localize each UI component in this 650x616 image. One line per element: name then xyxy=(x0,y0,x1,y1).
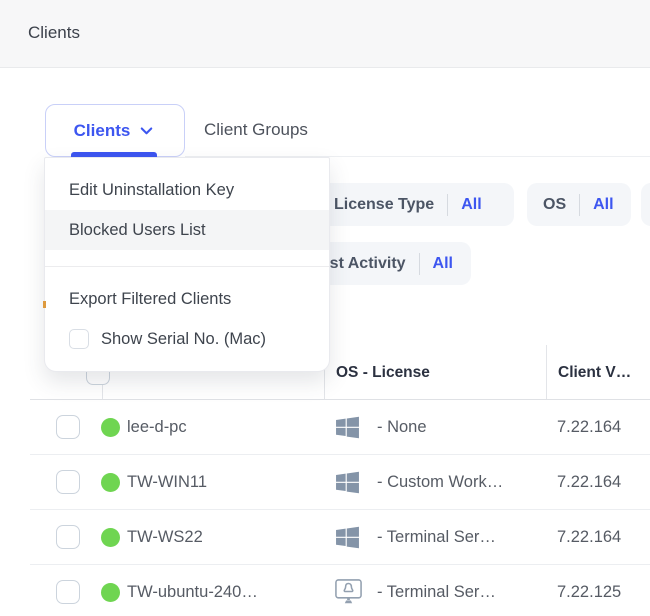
linux-monitor-icon xyxy=(334,578,363,611)
menu-divider xyxy=(45,266,329,267)
row-checkbox[interactable] xyxy=(56,580,80,604)
client-version: 7.22.125 xyxy=(557,565,621,616)
tab-clients-label: Clients xyxy=(74,121,131,141)
header-os-license-column[interactable]: OS - License xyxy=(325,345,547,400)
menu-item-export-filtered-clients[interactable]: Export Filtered Clients xyxy=(45,279,329,319)
client-version: 7.22.164 xyxy=(557,510,621,565)
client-version: 7.22.164 xyxy=(557,400,621,455)
filter-label: License Type xyxy=(334,196,434,214)
table-row[interactable]: TW-WS22 - Terminal Ser… 7.22.164 xyxy=(0,510,650,565)
client-name[interactable]: TW-ubuntu-240… xyxy=(127,565,258,616)
tab-clients[interactable]: Clients xyxy=(45,104,185,157)
client-name[interactable]: TW-WS22 xyxy=(127,510,203,565)
top-bar: Clients xyxy=(0,0,650,68)
chip-divider xyxy=(447,194,448,216)
license-text: - None xyxy=(377,400,427,455)
license-text: - Terminal Ser… xyxy=(377,510,496,565)
license-text: - Terminal Ser… xyxy=(377,565,496,616)
clients-dropdown-menu: Edit Uninstallation Key Blocked Users Li… xyxy=(44,157,330,372)
client-version: 7.22.164 xyxy=(557,455,621,510)
online-status-dot xyxy=(101,473,120,492)
windows-icon xyxy=(334,470,361,500)
license-text: - Custom Work… xyxy=(377,455,503,510)
online-status-dot xyxy=(101,528,120,547)
client-name[interactable]: lee-d-pc xyxy=(127,400,187,455)
filter-chip-os[interactable]: OS All xyxy=(527,183,631,226)
online-status-dot xyxy=(101,418,120,437)
chevron-down-icon xyxy=(137,121,156,140)
client-name[interactable]: TW-WIN11 xyxy=(127,455,207,510)
orange-peek-artifact xyxy=(43,301,46,308)
chip-divider xyxy=(419,253,420,275)
filter-chip-partial[interactable] xyxy=(641,183,650,226)
table-row[interactable]: TW-WIN11 - Custom Work… 7.22.164 xyxy=(0,455,650,510)
header-client-version-column[interactable]: Client V… xyxy=(547,345,650,400)
windows-icon xyxy=(334,415,361,445)
row-checkbox[interactable] xyxy=(56,525,80,549)
row-checkbox[interactable] xyxy=(56,415,80,439)
online-status-dot xyxy=(101,583,120,602)
show-serial-checkbox[interactable] xyxy=(69,329,89,349)
table-row[interactable]: TW-ubuntu-240… - Terminal Ser… 7.22.125 xyxy=(0,565,650,616)
filter-value[interactable]: All xyxy=(593,196,613,214)
table-row[interactable]: lee-d-pc - None 7.22.164 xyxy=(0,400,650,455)
filter-chip-license-type[interactable]: License Type All xyxy=(318,183,514,226)
clients-page: Clients Clients Client Groups License Ty… xyxy=(0,0,650,616)
chip-divider xyxy=(579,194,580,216)
filter-value[interactable]: All xyxy=(461,196,481,214)
filter-value[interactable]: All xyxy=(433,255,453,273)
menu-item-edit-uninstallation-key[interactable]: Edit Uninstallation Key xyxy=(45,170,329,210)
menu-item-show-serial[interactable]: Show Serial No. (Mac) xyxy=(45,319,329,359)
filter-label: OS xyxy=(543,196,566,214)
menu-item-blocked-users-list[interactable]: Blocked Users List xyxy=(45,210,329,250)
row-checkbox[interactable] xyxy=(56,470,80,494)
tab-client-groups[interactable]: Client Groups xyxy=(204,104,308,157)
show-serial-label: Show Serial No. (Mac) xyxy=(101,319,266,359)
windows-icon xyxy=(334,525,361,555)
page-title: Clients xyxy=(28,23,80,43)
